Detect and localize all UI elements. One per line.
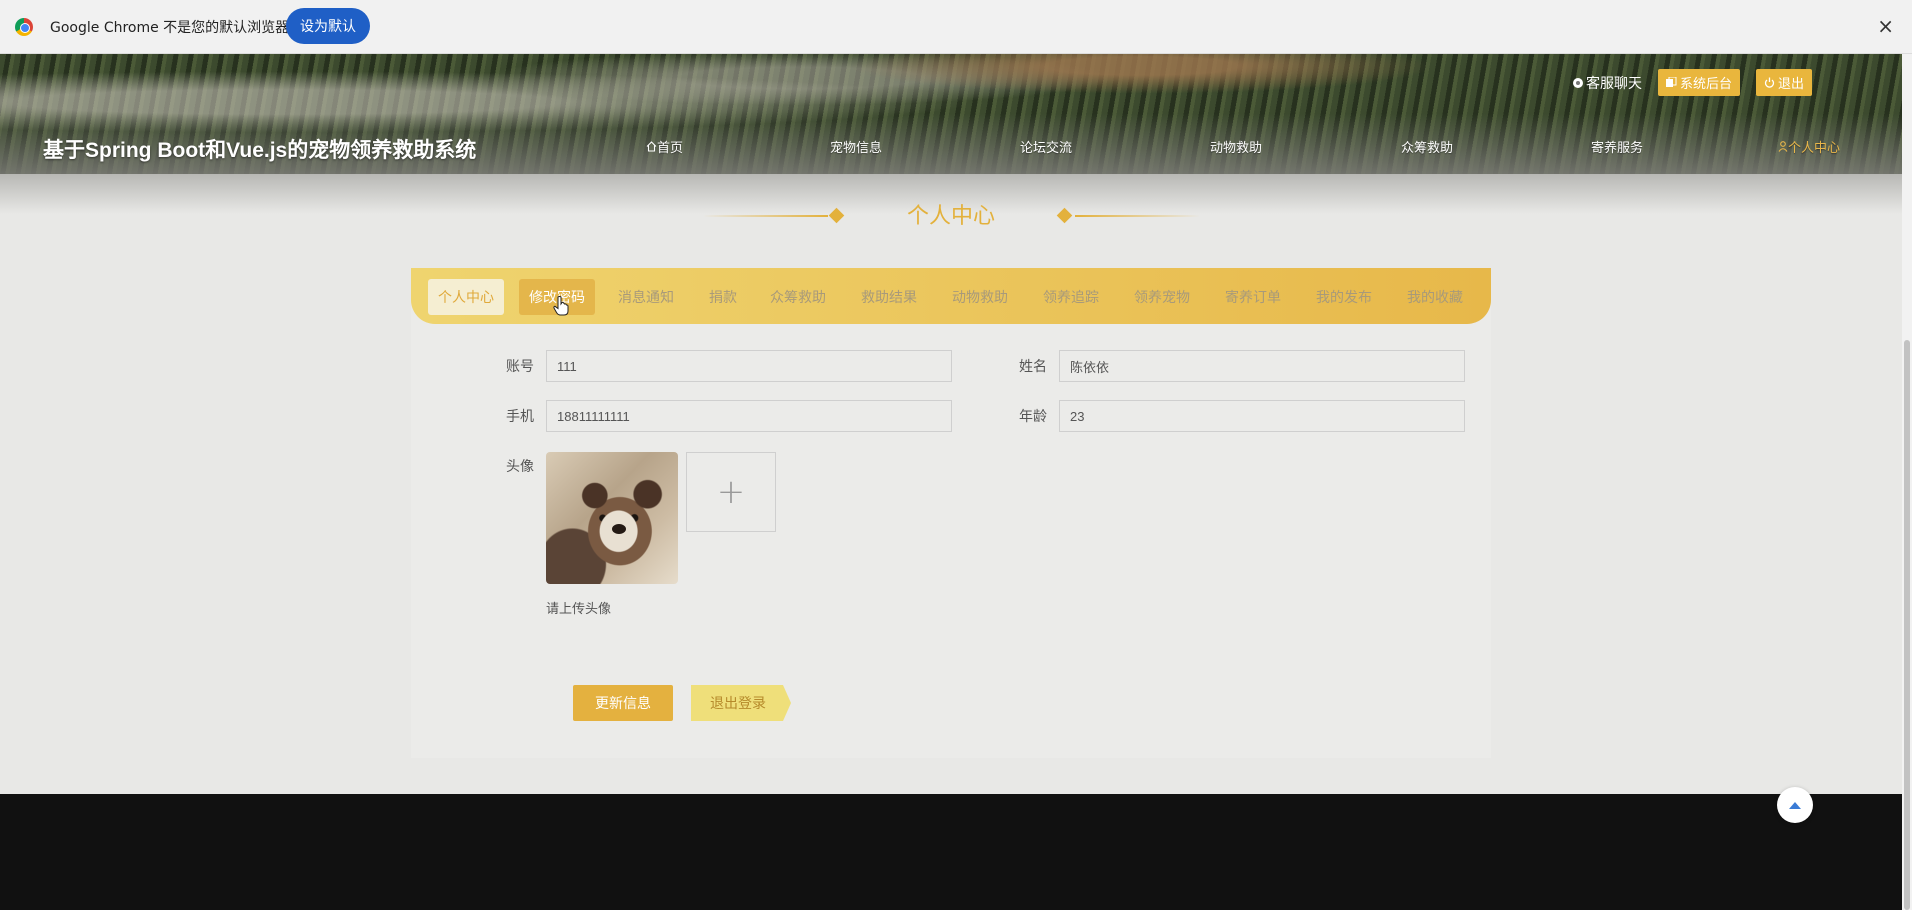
chrome-logo-icon	[15, 18, 33, 36]
nav-item-pet-info[interactable]: 宠物信息	[830, 137, 882, 156]
chat-link[interactable]: 客服聊天	[1572, 73, 1642, 93]
top-links: 客服聊天 系统后台 退出	[1572, 69, 1812, 96]
hand-cursor-icon	[553, 296, 569, 316]
nav-label-profile: 个人中心	[1788, 141, 1841, 156]
logout-top-label: 退出	[1777, 77, 1804, 92]
tab-adoption-tracking[interactable]: 领养追踪	[1035, 279, 1107, 315]
nav-item-foster[interactable]: 寄养服务	[1591, 137, 1643, 156]
account-label: 账号	[506, 359, 534, 375]
logout-top-button[interactable]: 退出	[1755, 69, 1812, 96]
tab-donation[interactable]: 捐款	[701, 279, 745, 315]
avatar-label: 头像	[506, 459, 534, 475]
admin-button-label: 系统后台	[1679, 77, 1732, 92]
tab-my-favorites[interactable]: 我的收藏	[1399, 279, 1471, 315]
nav-item-animal-rescue[interactable]: 动物救助	[1210, 137, 1262, 156]
chat-link-label: 客服聊天	[1585, 75, 1642, 92]
age-field[interactable]: 23	[1059, 400, 1465, 432]
logout-button[interactable]: 退出登录	[691, 685, 791, 721]
user-icon	[1778, 141, 1788, 152]
site-title: 基于Spring Boot和Vue.js的宠物领养救助系统	[43, 139, 477, 162]
tab-foster-orders[interactable]: 寄养订单	[1217, 279, 1289, 315]
account-field[interactable]: 111	[546, 350, 952, 382]
avatar-upload-button[interactable]: +	[686, 452, 776, 532]
chat-bubble-icon	[1572, 77, 1583, 88]
copy-icon	[1665, 77, 1677, 87]
tab-rescue-results[interactable]: 救助结果	[853, 279, 925, 315]
tab-animal-rescue[interactable]: 动物救助	[944, 279, 1016, 315]
site-header: 基于Spring Boot和Vue.js的宠物领养救助系统 客服聊天 系统后台 …	[0, 54, 1902, 174]
page-footer	[0, 794, 1902, 910]
plus-icon: +	[716, 472, 746, 512]
nav-item-forum[interactable]: 论坛交流	[1020, 137, 1072, 156]
page-scrollbar[interactable]	[1902, 54, 1912, 910]
phone-label: 手机	[506, 409, 534, 425]
tab-crowdfunding[interactable]: 众筹救助	[762, 279, 834, 315]
tab-adopt-pets[interactable]: 领养宠物	[1126, 279, 1198, 315]
age-label: 年龄	[1019, 409, 1047, 425]
nav-label-home: 首页	[657, 141, 684, 156]
phone-field[interactable]: 18811111111	[546, 400, 952, 432]
chrome-infobar: Google Chrome 不是您的默认浏览器 设为默认 ×	[0, 0, 1912, 54]
avatar-dog-nose	[612, 524, 626, 534]
update-info-button[interactable]: 更新信息	[573, 685, 673, 721]
tab-notifications[interactable]: 消息通知	[610, 279, 682, 315]
admin-button[interactable]: 系统后台	[1657, 69, 1740, 96]
chrome-default-message: Google Chrome 不是您的默认浏览器	[50, 20, 290, 36]
nav-item-home[interactable]: 首页	[646, 137, 683, 156]
name-label: 姓名	[1019, 359, 1047, 375]
section-title: 个人中心	[906, 204, 995, 229]
back-to-top-button[interactable]	[1777, 787, 1813, 823]
nav-item-profile[interactable]: 个人中心	[1778, 137, 1840, 156]
scrollbar-thumb[interactable]	[1904, 340, 1910, 910]
profile-tab-bar: 个人中心 修改密码 消息通知 捐款 众筹救助 救助结果 动物救助 领养追踪 领养…	[411, 268, 1491, 324]
nav-item-crowdfunding[interactable]: 众筹救助	[1401, 137, 1453, 156]
close-infobar-icon[interactable]: ×	[1877, 14, 1894, 38]
title-deco-line-right	[1075, 215, 1200, 217]
set-default-button[interactable]: 设为默认	[286, 8, 370, 44]
upload-hint: 请上传头像	[546, 602, 612, 617]
tab-profile[interactable]: 个人中心	[428, 279, 504, 315]
profile-panel: 个人中心 修改密码 消息通知 捐款 众筹救助 救助结果 动物救助 领养追踪 领养…	[411, 268, 1491, 758]
tab-my-posts[interactable]: 我的发布	[1308, 279, 1380, 315]
avatar-image[interactable]	[546, 452, 678, 584]
power-icon	[1764, 77, 1775, 88]
name-field[interactable]: 陈依依	[1059, 350, 1465, 382]
home-icon	[646, 141, 657, 152]
